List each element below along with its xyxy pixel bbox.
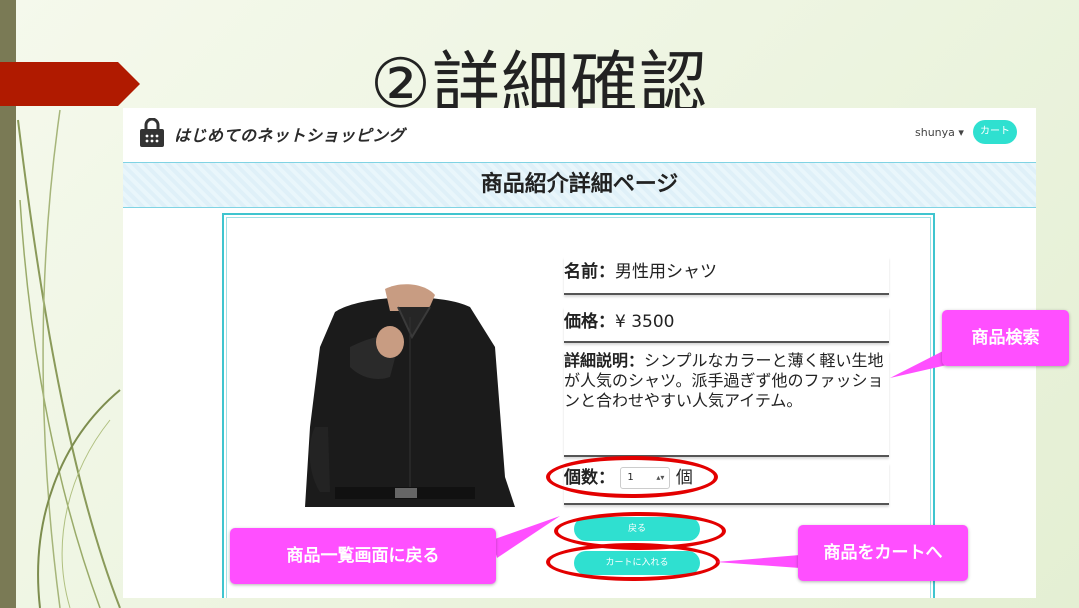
add-to-cart-callout: 商品をカートへ (798, 525, 968, 581)
product-price-row: 価格：¥ 3500 (564, 307, 889, 343)
price-label: 価格： (564, 312, 615, 332)
product-name-row: 名前：男性用シャツ (564, 257, 889, 295)
shopping-bag-icon (140, 118, 164, 147)
name-label: 名前： (564, 262, 615, 282)
description-label: 詳細説明： (564, 351, 645, 370)
price-value: ¥ 3500 (615, 312, 675, 332)
navbar: はじめてのネットショッピング shunya ▾ カート (123, 108, 1036, 160)
add-to-cart-highlight (546, 543, 720, 581)
user-menu[interactable]: shunya ▾ (915, 126, 964, 139)
brand-name[interactable]: はじめてのネットショッピング (174, 122, 405, 146)
slide-title: ②詳細確認 (370, 45, 708, 124)
page-heading: 商品紹介詳細ページ (123, 162, 1036, 208)
product-image (290, 277, 515, 507)
title-banner (0, 62, 140, 106)
product-description-row: 詳細説明：シンプルなカラーと薄く軽い生地が人気のシャツ。派手過ぎず他のファッショ… (564, 351, 889, 457)
name-value: 男性用シャツ (615, 262, 717, 282)
quantity-highlight (546, 456, 718, 498)
back-callout: 商品一覧画面に戻る (230, 528, 496, 584)
cart-button[interactable]: カート (973, 120, 1017, 144)
search-callout: 商品検索 (942, 310, 1069, 366)
